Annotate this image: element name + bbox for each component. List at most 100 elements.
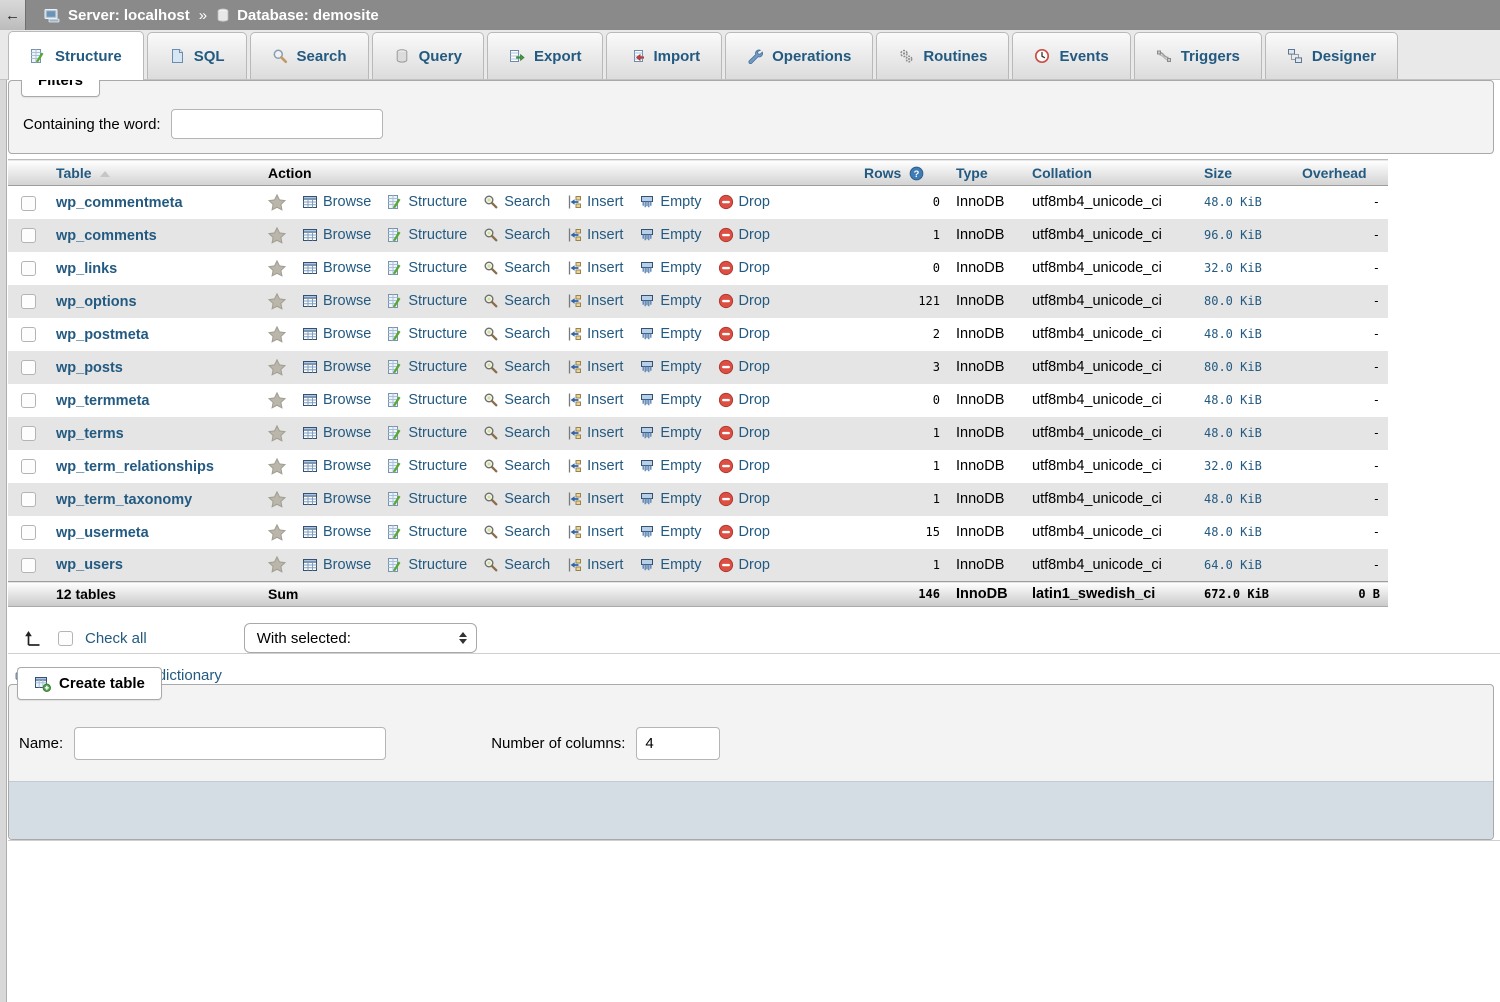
table-name-link[interactable]: wp_termmeta bbox=[56, 393, 149, 409]
favorite-star-icon[interactable] bbox=[268, 194, 286, 211]
header-overhead[interactable]: Overhead bbox=[1294, 160, 1388, 186]
drop-link[interactable]: Drop bbox=[718, 194, 770, 210]
browse-link[interactable]: Browse bbox=[302, 227, 371, 243]
insert-link[interactable]: Insert bbox=[566, 425, 623, 441]
browse-link[interactable]: Browse bbox=[302, 392, 371, 408]
search-link[interactable]: Search bbox=[483, 491, 550, 507]
drop-link[interactable]: Drop bbox=[718, 392, 770, 408]
empty-link[interactable]: Empty bbox=[639, 524, 701, 540]
drop-link[interactable]: Drop bbox=[718, 524, 770, 540]
row-checkbox[interactable] bbox=[21, 327, 36, 342]
browse-link[interactable]: Browse bbox=[302, 260, 371, 276]
drop-link[interactable]: Drop bbox=[718, 293, 770, 309]
row-checkbox[interactable] bbox=[21, 525, 36, 540]
row-checkbox[interactable] bbox=[21, 196, 36, 211]
check-all-checkbox[interactable] bbox=[58, 631, 73, 646]
favorite-star-icon[interactable] bbox=[268, 359, 286, 376]
insert-link[interactable]: Insert bbox=[566, 557, 623, 573]
structure-link[interactable]: Structure bbox=[387, 194, 467, 210]
columns-count-input[interactable] bbox=[636, 727, 720, 760]
drop-link[interactable]: Drop bbox=[718, 491, 770, 507]
insert-link[interactable]: Insert bbox=[566, 491, 623, 507]
search-link[interactable]: Search bbox=[483, 227, 550, 243]
insert-link[interactable]: Insert bbox=[566, 260, 623, 276]
empty-link[interactable]: Empty bbox=[639, 326, 701, 342]
drop-link[interactable]: Drop bbox=[718, 425, 770, 441]
search-link[interactable]: Search bbox=[483, 392, 550, 408]
tab-routines[interactable]: Routines bbox=[876, 32, 1009, 79]
tab-query[interactable]: Query bbox=[372, 32, 484, 79]
insert-link[interactable]: Insert bbox=[566, 326, 623, 342]
row-checkbox[interactable] bbox=[21, 426, 36, 441]
table-name-link[interactable]: wp_links bbox=[56, 261, 117, 277]
header-rows[interactable]: Rows? bbox=[856, 160, 948, 186]
structure-link[interactable]: Structure bbox=[387, 425, 467, 441]
table-name-link[interactable]: wp_commentmeta bbox=[56, 195, 183, 211]
containing-word-input[interactable] bbox=[171, 109, 383, 139]
row-checkbox[interactable] bbox=[21, 492, 36, 507]
tab-export[interactable]: Export bbox=[487, 32, 604, 79]
insert-link[interactable]: Insert bbox=[566, 458, 623, 474]
row-checkbox[interactable] bbox=[21, 294, 36, 309]
structure-link[interactable]: Structure bbox=[387, 260, 467, 276]
favorite-star-icon[interactable] bbox=[268, 524, 286, 541]
drop-link[interactable]: Drop bbox=[718, 227, 770, 243]
row-checkbox[interactable] bbox=[21, 261, 36, 276]
insert-link[interactable]: Insert bbox=[566, 293, 623, 309]
insert-link[interactable]: Insert bbox=[566, 392, 623, 408]
structure-link[interactable]: Structure bbox=[387, 227, 467, 243]
row-checkbox[interactable] bbox=[21, 558, 36, 573]
empty-link[interactable]: Empty bbox=[639, 359, 701, 375]
insert-link[interactable]: Insert bbox=[566, 194, 623, 210]
breadcrumb-database[interactable]: Database: demosite bbox=[237, 7, 379, 24]
empty-link[interactable]: Empty bbox=[639, 227, 701, 243]
favorite-star-icon[interactable] bbox=[268, 458, 286, 475]
favorite-star-icon[interactable] bbox=[268, 491, 286, 508]
empty-link[interactable]: Empty bbox=[639, 194, 701, 210]
drop-link[interactable]: Drop bbox=[718, 260, 770, 276]
search-link[interactable]: Search bbox=[483, 557, 550, 573]
drop-link[interactable]: Drop bbox=[718, 359, 770, 375]
header-size[interactable]: Size bbox=[1196, 160, 1294, 186]
empty-link[interactable]: Empty bbox=[639, 458, 701, 474]
header-table[interactable]: Table bbox=[48, 160, 260, 186]
table-name-link[interactable]: wp_term_taxonomy bbox=[56, 492, 192, 508]
browse-link[interactable]: Browse bbox=[302, 458, 371, 474]
table-name-link[interactable]: wp_users bbox=[56, 557, 123, 573]
tab-import[interactable]: Import bbox=[606, 32, 722, 79]
favorite-star-icon[interactable] bbox=[268, 260, 286, 277]
tab-search[interactable]: Search bbox=[250, 32, 369, 79]
table-name-link[interactable]: wp_terms bbox=[56, 426, 124, 442]
search-link[interactable]: Search bbox=[483, 458, 550, 474]
insert-link[interactable]: Insert bbox=[566, 227, 623, 243]
favorite-star-icon[interactable] bbox=[268, 227, 286, 244]
table-name-link[interactable]: wp_postmeta bbox=[56, 327, 149, 343]
structure-link[interactable]: Structure bbox=[387, 326, 467, 342]
table-name-link[interactable]: wp_posts bbox=[56, 360, 123, 376]
tab-events[interactable]: Events bbox=[1012, 32, 1130, 79]
search-link[interactable]: Search bbox=[483, 326, 550, 342]
search-link[interactable]: Search bbox=[483, 524, 550, 540]
browse-link[interactable]: Browse bbox=[302, 359, 371, 375]
browse-link[interactable]: Browse bbox=[302, 425, 371, 441]
favorite-star-icon[interactable] bbox=[268, 556, 286, 573]
drop-link[interactable]: Drop bbox=[718, 458, 770, 474]
table-name-input[interactable] bbox=[74, 727, 386, 760]
table-name-link[interactable]: wp_comments bbox=[56, 228, 157, 244]
search-link[interactable]: Search bbox=[483, 425, 550, 441]
tab-sql[interactable]: SQL bbox=[147, 32, 247, 79]
help-icon[interactable]: ? bbox=[909, 166, 924, 181]
row-checkbox[interactable] bbox=[21, 228, 36, 243]
empty-link[interactable]: Empty bbox=[639, 260, 701, 276]
empty-link[interactable]: Empty bbox=[639, 557, 701, 573]
browse-link[interactable]: Browse bbox=[302, 557, 371, 573]
favorite-star-icon[interactable] bbox=[268, 326, 286, 343]
empty-link[interactable]: Empty bbox=[639, 491, 701, 507]
empty-link[interactable]: Empty bbox=[639, 392, 701, 408]
structure-link[interactable]: Structure bbox=[387, 359, 467, 375]
with-selected-select[interactable]: With selected: bbox=[244, 623, 477, 653]
search-link[interactable]: Search bbox=[483, 359, 550, 375]
favorite-star-icon[interactable] bbox=[268, 392, 286, 409]
empty-link[interactable]: Empty bbox=[639, 293, 701, 309]
structure-link[interactable]: Structure bbox=[387, 392, 467, 408]
